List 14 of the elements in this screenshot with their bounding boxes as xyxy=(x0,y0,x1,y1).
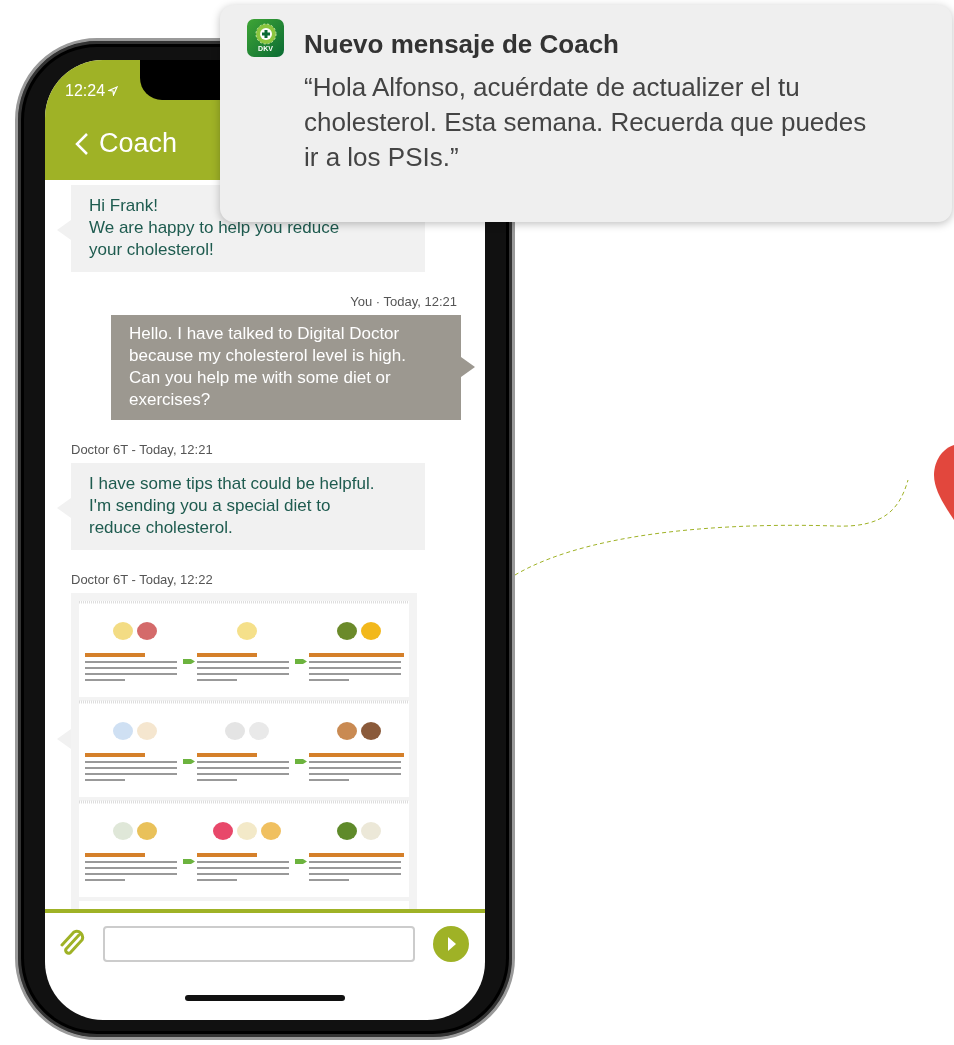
message-meta: You · Today, 12:21 xyxy=(350,294,457,309)
send-button[interactable] xyxy=(433,926,469,962)
message-bubble: I have some tips that could be helpful. I'm sending you a special diet to reduce cholesterol. xyxy=(71,463,425,550)
message-input[interactable] xyxy=(103,926,415,962)
status-time: 12:24 xyxy=(65,82,119,100)
message-meta: Doctor 6T - Today, 12:21 xyxy=(71,442,213,457)
bubble-tail xyxy=(461,357,475,377)
notification-title: Nuevo mensaje de Coach xyxy=(304,29,620,60)
message-bubble: Hello. I have talked to Digital Doctor because my cholesterol level is high. Can you help me with some diet or exercises? xyxy=(111,315,461,420)
notification-body: “Hola Alfonso, acuérdate de actualizer el tu cholesterol. Esta semana. Recuerda que puedes ir a los PSIs.” xyxy=(304,71,868,174)
back-button[interactable] xyxy=(75,131,89,156)
message-meta: Doctor 6T - Today, 12:22 xyxy=(71,572,213,587)
location-icon xyxy=(108,86,119,96)
chat-title: Coach xyxy=(99,128,178,159)
